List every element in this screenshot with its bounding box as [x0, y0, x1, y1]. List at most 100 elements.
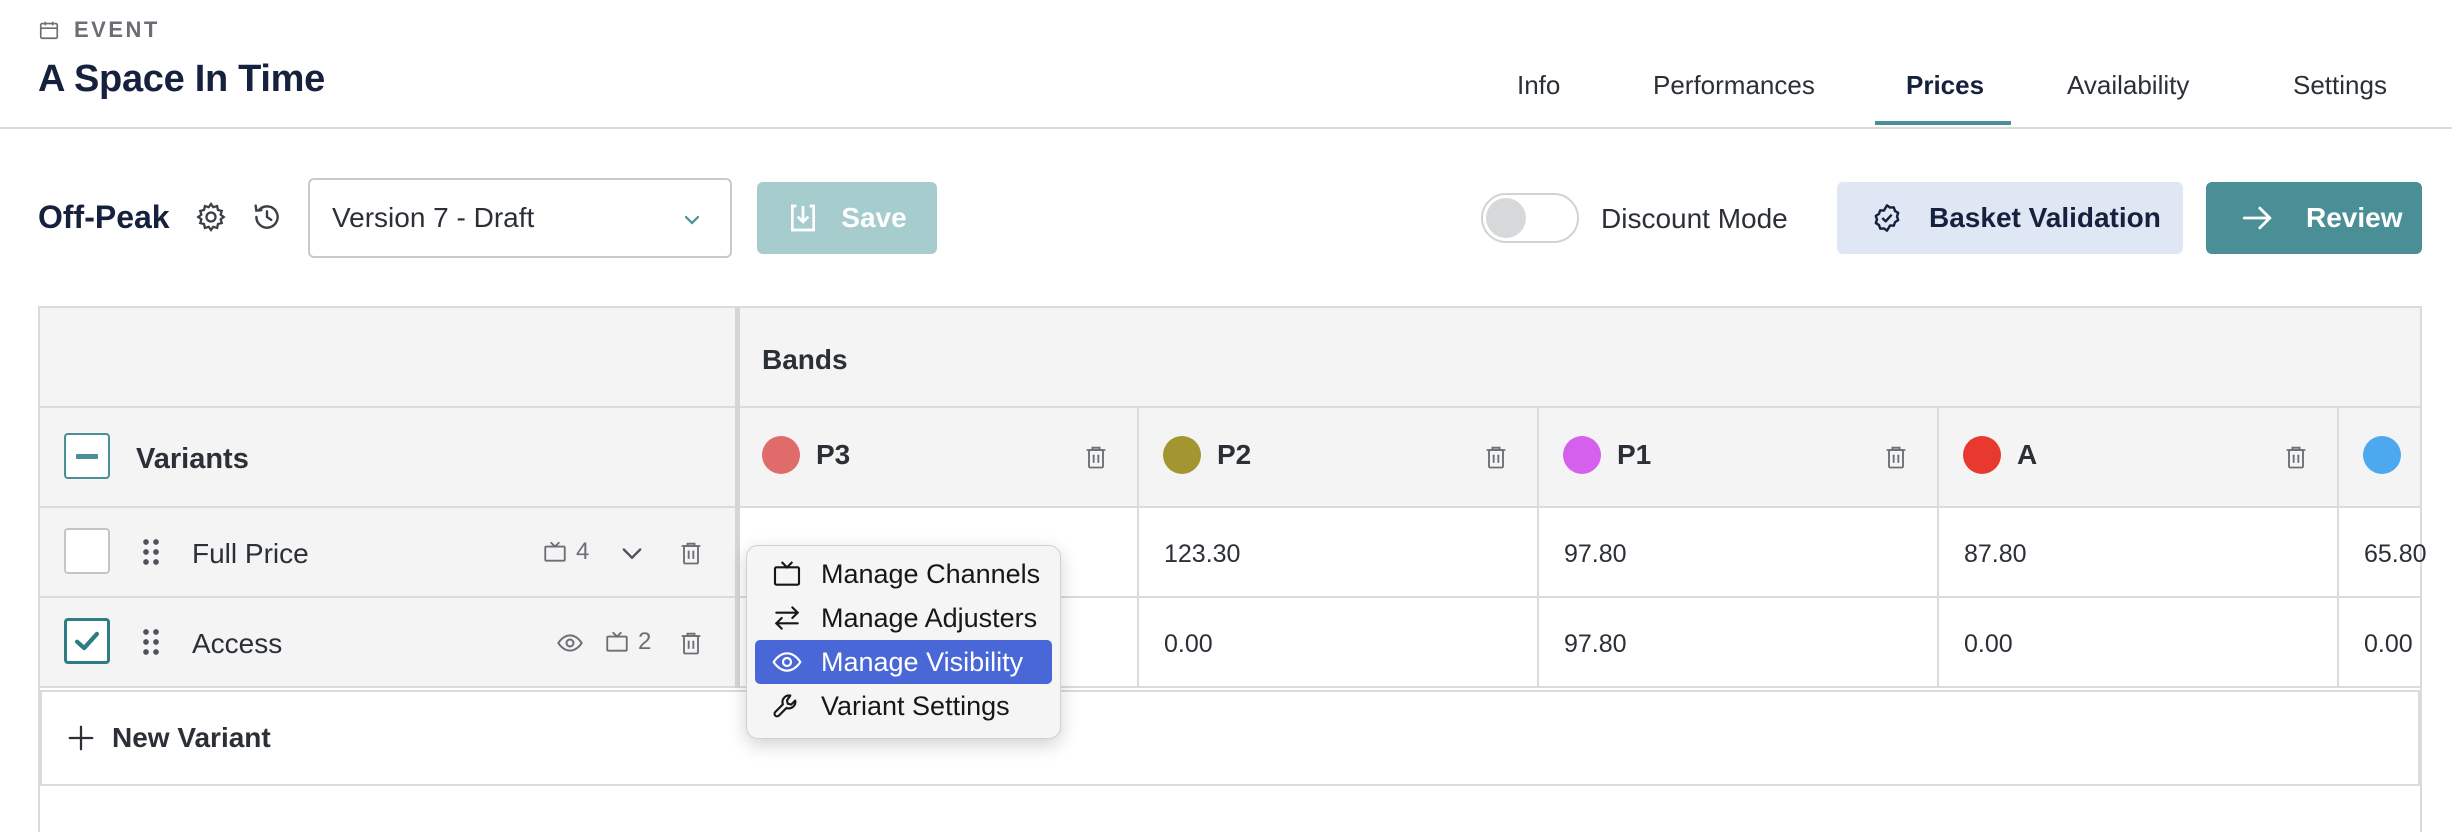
price-cell[interactable]: 65.80: [2364, 540, 2427, 569]
trash-icon: [2286, 446, 2306, 469]
delete-band-button[interactable]: [1482, 442, 1510, 472]
price-cell[interactable]: 87.80: [1964, 540, 2027, 569]
save-icon: [791, 204, 816, 232]
drag-handle-icon[interactable]: [140, 627, 162, 657]
band-header-a: A: [1963, 436, 2037, 474]
variant-checkbox[interactable]: [64, 528, 110, 574]
new-variant-label: New Variant: [112, 722, 271, 753]
event-kicker-label: EVENT: [74, 17, 160, 42]
channels-count-value: 4: [576, 538, 590, 565]
delete-variant-button[interactable]: [677, 628, 705, 658]
event-kicker: EVENT: [38, 17, 160, 43]
grid-divider: [735, 308, 740, 688]
chevron-down-icon[interactable]: [618, 539, 646, 567]
version-select-value: Version 7 - Draft: [332, 202, 535, 233]
menu-item-manage-adjusters[interactable]: Manage Adjusters: [755, 596, 1052, 640]
eye-icon[interactable]: [556, 629, 584, 657]
basket-validation-button[interactable]: Basket Validation: [1837, 182, 2183, 254]
history-icon: [254, 204, 279, 229]
grid-line: [40, 596, 2420, 598]
band-color-dot: [1563, 436, 1601, 474]
band-name: A: [2017, 439, 2038, 470]
variants-heading: Variants: [136, 443, 249, 475]
band-name: P1: [1617, 439, 1652, 470]
settings-gear-button[interactable]: [192, 198, 230, 236]
grid-line: [1937, 406, 1939, 688]
variant-name: Access: [192, 628, 283, 659]
calendar-icon: [39, 21, 59, 40]
price-cell[interactable]: 97.80: [1564, 540, 1627, 569]
arrows-swap-icon: [774, 606, 800, 630]
variant-name: Full Price: [192, 538, 309, 569]
band-color-dot: [2363, 436, 2401, 474]
active-tab-indicator: [1875, 121, 2011, 125]
checkmark-icon: [74, 631, 100, 651]
tv-icon: [544, 541, 566, 562]
save-button-label: Save: [841, 202, 907, 233]
tab-availability[interactable]: Availability: [2067, 70, 2189, 101]
wrench-icon: [773, 694, 797, 718]
tab-settings[interactable]: Settings: [2293, 70, 2387, 101]
channels-count[interactable]: 4: [542, 538, 589, 566]
delete-band-button[interactable]: [1882, 442, 1910, 472]
variant-checkbox[interactable]: [64, 618, 110, 664]
arrow-right-icon: [2242, 206, 2272, 230]
toggle-knob: [1486, 198, 1526, 238]
review-button[interactable]: Review: [2206, 182, 2422, 254]
price-cell[interactable]: 97.80: [1564, 630, 1627, 659]
grid-line: [1537, 406, 1539, 688]
price-cell[interactable]: 0.00: [2364, 630, 2413, 659]
band-header-p3: P3: [762, 436, 850, 474]
header-divider: [0, 127, 2452, 129]
tab-prices[interactable]: Prices: [1906, 70, 1984, 101]
page-title: A Space In Time: [38, 58, 325, 100]
drag-handle-icon[interactable]: [140, 537, 162, 567]
new-variant-button[interactable]: New Variant: [40, 690, 2420, 786]
grid-line: [40, 506, 2420, 508]
chevron-down-icon: [684, 215, 700, 225]
menu-item-label: Manage Adjusters: [821, 602, 1038, 633]
eye-icon: [772, 652, 802, 672]
trash-icon: [681, 632, 701, 655]
band-header-partial: [2363, 436, 2417, 474]
basket-validation-label: Basket Validation: [1929, 202, 2161, 233]
price-cell[interactable]: 123.30: [1164, 540, 1240, 569]
menu-item-label: Manage Channels: [821, 558, 1041, 589]
tab-info[interactable]: Info: [1517, 70, 1560, 101]
version-history-button[interactable]: [248, 198, 286, 236]
discount-mode-label: Discount Mode: [1601, 203, 1788, 234]
band-color-dot: [762, 436, 800, 474]
price-cell[interactable]: 0.00: [1964, 630, 2013, 659]
grid-line: [2337, 406, 2339, 688]
variant-context-menu: Manage Channels Manage Adjusters Manage …: [746, 545, 1061, 739]
delete-band-button[interactable]: [2282, 442, 2310, 472]
select-all-checkbox[interactable]: [64, 433, 110, 479]
review-button-label: Review: [2306, 202, 2403, 233]
save-button[interactable]: Save: [757, 182, 937, 254]
delete-variant-button[interactable]: [677, 538, 705, 568]
grid-line: [40, 686, 2420, 688]
tv-icon: [773, 561, 801, 586]
plus-icon: [68, 725, 94, 751]
grid-line: [1137, 406, 1139, 688]
menu-item-manage-channels[interactable]: Manage Channels: [755, 552, 1052, 596]
menu-item-manage-visibility[interactable]: Manage Visibility: [755, 640, 1052, 684]
grid-line: [40, 406, 2420, 408]
menu-item-label: Variant Settings: [821, 690, 1010, 721]
band-color-dot: [1163, 436, 1201, 474]
badge-check-icon: [1874, 204, 1900, 232]
menu-item-variant-settings[interactable]: Variant Settings: [755, 684, 1052, 728]
version-select[interactable]: Version 7 - Draft: [308, 178, 732, 258]
tv-icon: [606, 631, 628, 652]
menu-item-label: Manage Visibility: [821, 646, 1024, 677]
price-cell[interactable]: 0.00: [1164, 630, 1213, 659]
delete-band-button[interactable]: [1082, 442, 1110, 472]
tab-performances[interactable]: Performances: [1653, 70, 1815, 101]
channels-count[interactable]: 2: [604, 628, 651, 656]
trash-icon: [681, 542, 701, 565]
band-name: P2: [1217, 439, 1252, 470]
trash-icon: [1086, 446, 1106, 469]
trash-icon: [1486, 446, 1506, 469]
bands-heading: Bands: [762, 344, 848, 375]
discount-mode-toggle[interactable]: [1481, 193, 1579, 243]
